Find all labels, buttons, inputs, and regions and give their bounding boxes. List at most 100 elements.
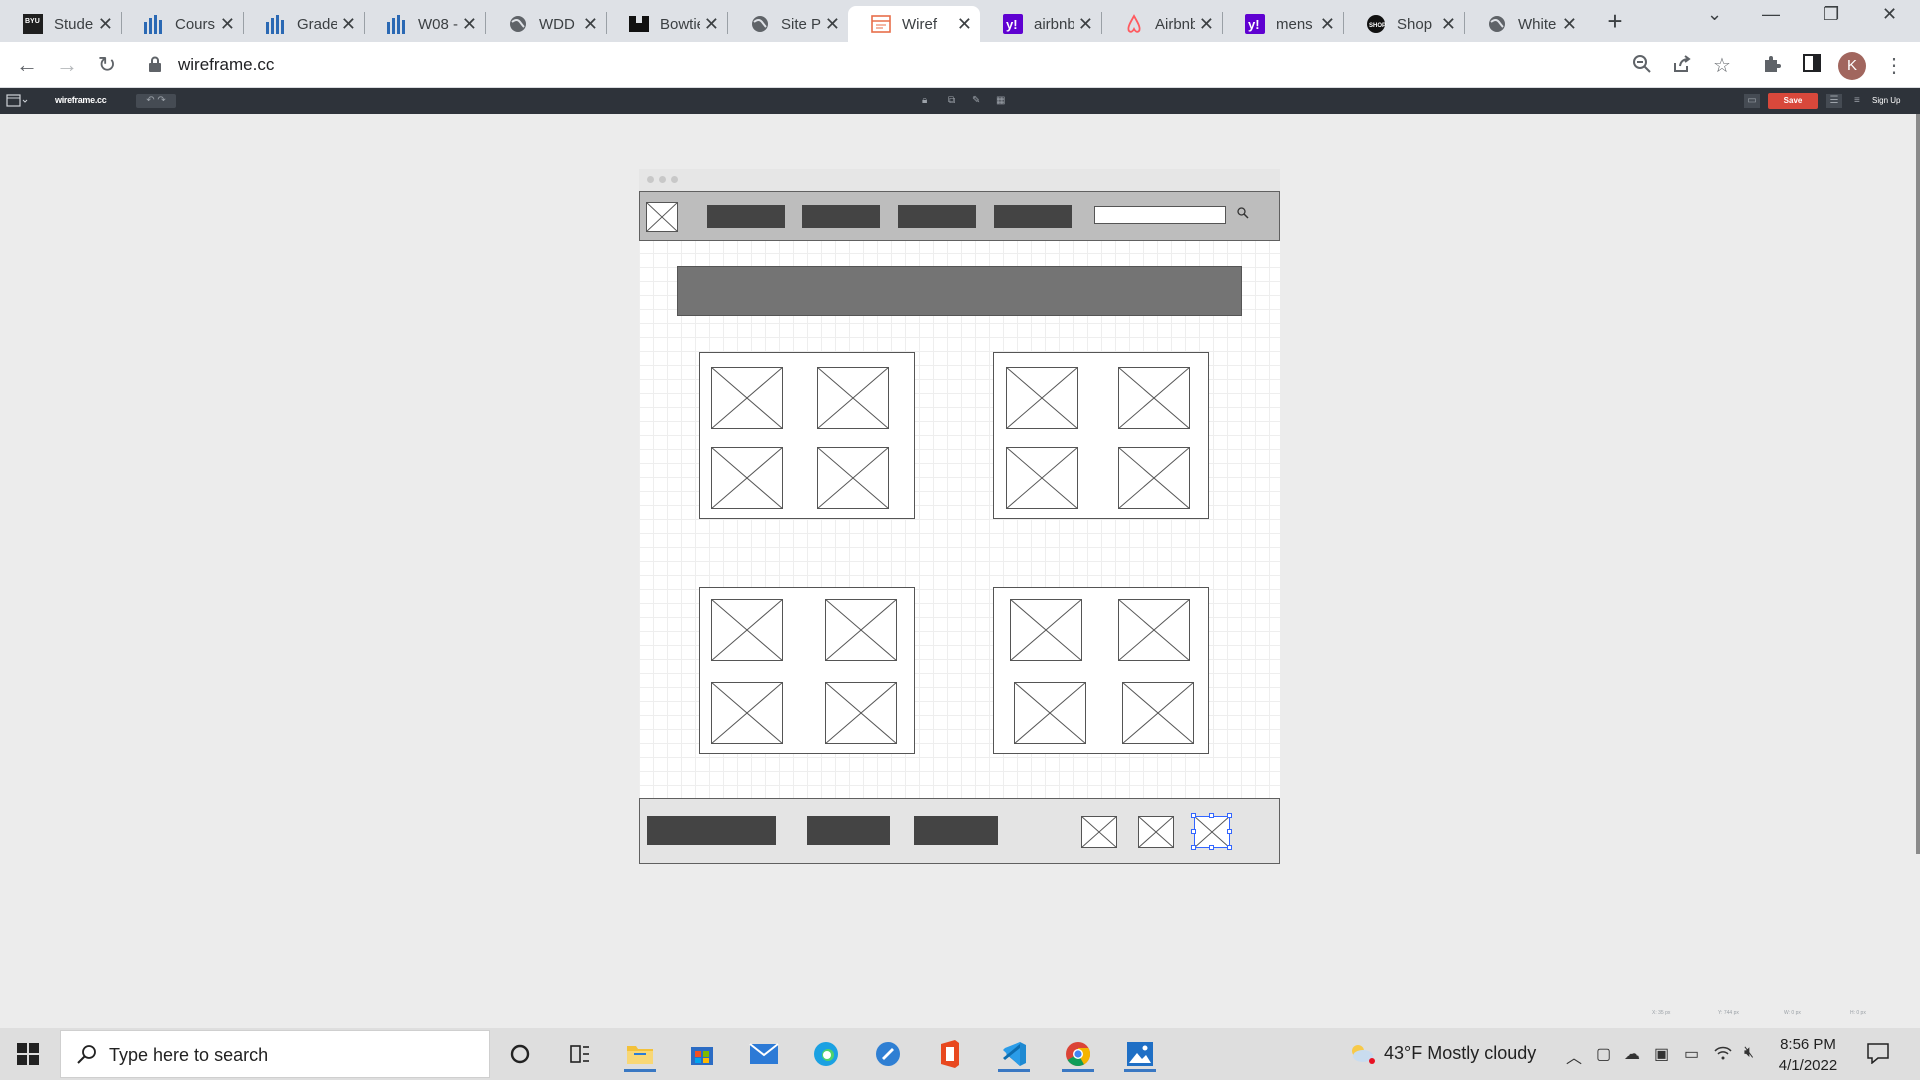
restore-button[interactable]: ❐: [1823, 4, 1839, 25]
wf-footer-button[interactable]: [807, 816, 890, 845]
wf-social-image-selected[interactable]: [1191, 813, 1232, 850]
wifi-icon[interactable]: [1714, 1044, 1732, 1065]
taskbar-search-input[interactable]: Type here to search: [60, 1030, 490, 1078]
wf-image-placeholder[interactable]: [1006, 367, 1078, 429]
cortana-icon[interactable]: [500, 1036, 540, 1072]
meet-now-icon[interactable]: ▢: [1596, 1044, 1611, 1064]
tab-close-icon[interactable]: ✕: [583, 14, 598, 35]
side-panel-icon[interactable]: [1800, 54, 1824, 78]
weather-widget[interactable]: 43°F Mostly cloudy: [1348, 1042, 1536, 1064]
feedback-app-icon[interactable]: [868, 1036, 908, 1072]
wf-search-input[interactable]: [1094, 206, 1226, 224]
wf-image-placeholder[interactable]: [1118, 367, 1190, 429]
tab-close-icon[interactable]: ✕: [704, 14, 719, 35]
browser-tab[interactable]: Airbnb ✕: [1101, 6, 1222, 42]
wf-image-placeholder[interactable]: [1006, 447, 1078, 509]
window-close-button[interactable]: ✕: [1882, 4, 1897, 25]
battery-icon[interactable]: ▭: [1684, 1044, 1699, 1064]
tab-close-icon[interactable]: ✕: [1078, 14, 1093, 35]
browser-tab[interactable]: Site Pl ✕: [727, 6, 848, 42]
profile-avatar[interactable]: K: [1838, 52, 1866, 80]
wf-footer-bar[interactable]: [639, 798, 1280, 864]
redo-icon[interactable]: ↷: [157, 95, 165, 106]
zoom-icon[interactable]: [1630, 54, 1654, 78]
wf-product-card[interactable]: [993, 352, 1209, 519]
tab-close-icon[interactable]: ✕: [220, 14, 235, 35]
wf-nav-button[interactable]: [994, 205, 1072, 228]
wf-image-placeholder[interactable]: [711, 367, 783, 429]
tab-close-icon[interactable]: ✕: [1199, 14, 1214, 35]
tab-close-icon[interactable]: ✕: [98, 14, 113, 35]
task-view-icon[interactable]: [560, 1036, 600, 1072]
comment-icon[interactable]: ▭: [1744, 94, 1760, 108]
selection-handle[interactable]: [1209, 845, 1214, 850]
note-tool-icon[interactable]: ✎: [972, 94, 980, 108]
wf-image-placeholder[interactable]: [1118, 599, 1190, 661]
forward-arrow-icon[interactable]: →: [52, 50, 82, 80]
browser-tab[interactable]: Courses ✕: [121, 6, 243, 42]
tab-close-icon[interactable]: ✕: [825, 14, 840, 35]
chrome-menu-icon[interactable]: ⋮: [1882, 54, 1906, 78]
wf-logo-placeholder-image[interactable]: [646, 202, 678, 232]
wf-image-placeholder[interactable]: [711, 599, 783, 661]
tab-close-icon[interactable]: ✕: [1441, 14, 1456, 35]
mail-icon[interactable]: [744, 1036, 784, 1072]
windows-start-icon[interactable]: [16, 1042, 40, 1066]
chrome-icon[interactable]: [1058, 1036, 1098, 1072]
browser-tab[interactable]: WDD ✕: [485, 6, 606, 42]
wf-header-bar[interactable]: [639, 191, 1280, 241]
tray-chevron-up-icon[interactable]: ︿: [1566, 1044, 1582, 1068]
wf-image-placeholder[interactable]: [711, 447, 783, 509]
wf-image-placeholder[interactable]: [817, 447, 889, 509]
save-button[interactable]: Save: [1768, 93, 1818, 109]
display-icon[interactable]: ▣: [1654, 1044, 1669, 1064]
wf-footer-button[interactable]: [914, 816, 998, 845]
volume-muted-icon[interactable]: 🔇︎: [1744, 1044, 1754, 1062]
file-explorer-icon[interactable]: [620, 1036, 660, 1072]
share-icon[interactable]: [1670, 54, 1694, 78]
selection-handle[interactable]: [1227, 829, 1232, 834]
wireframe-logo[interactable]: wireframe.cc: [55, 95, 107, 105]
tab-close-icon[interactable]: ✕: [1562, 14, 1577, 35]
notification-center-icon[interactable]: [1866, 1042, 1890, 1064]
wf-footer-button[interactable]: [647, 816, 776, 845]
wf-image-placeholder[interactable]: [825, 682, 897, 744]
minimize-button[interactable]: —: [1762, 4, 1780, 25]
browser-tab[interactable]: BYU Student✕: [0, 6, 121, 42]
wf-product-card[interactable]: [993, 587, 1209, 754]
sign-up-link[interactable]: Sign Up: [1872, 94, 1900, 108]
tab-close-icon[interactable]: ✕: [957, 14, 972, 35]
browser-tab[interactable]: Grades✕: [243, 6, 364, 42]
wf-image-placeholder[interactable]: [1118, 447, 1190, 509]
taskbar-clock[interactable]: 8:56 PM 4/1/2022: [1776, 1034, 1840, 1076]
url-omnibox[interactable]: wireframe.cc: [136, 48, 1636, 82]
photos-icon[interactable]: [1120, 1036, 1160, 1072]
microsoft-store-icon[interactable]: [682, 1036, 722, 1072]
browser-tab[interactable]: Wiref ✕: [848, 6, 980, 42]
wireframe-browser-frame[interactable]: [639, 169, 1280, 864]
wf-image-placeholder[interactable]: [817, 367, 889, 429]
wf-nav-button[interactable]: [898, 205, 976, 228]
onedrive-icon[interactable]: ☁: [1624, 1044, 1640, 1064]
browser-tab[interactable]: SHOP Shop ✕: [1343, 6, 1464, 42]
selection-handle[interactable]: [1209, 813, 1214, 818]
wf-social-image[interactable]: [1080, 815, 1118, 849]
copy-tool-icon[interactable]: ⧉: [948, 94, 955, 108]
bookmark-star-icon[interactable]: ☆: [1710, 54, 1734, 78]
tab-close-icon[interactable]: ✕: [462, 14, 477, 35]
extensions-puzzle-icon[interactable]: [1760, 54, 1784, 78]
browser-tab[interactable]: W08 - ✕: [364, 6, 485, 42]
reload-icon[interactable]: ↻: [92, 50, 122, 80]
selection-handle[interactable]: [1227, 813, 1232, 818]
wf-nav-button[interactable]: [802, 205, 880, 228]
selection-handle[interactable]: [1227, 845, 1232, 850]
wf-image-placeholder[interactable]: [711, 682, 783, 744]
browser-tab[interactable]: y! mens ✕: [1222, 6, 1343, 42]
selection-handle[interactable]: [1191, 845, 1196, 850]
wf-image-placeholder[interactable]: [1122, 682, 1194, 744]
wf-social-image[interactable]: [1137, 815, 1175, 849]
wf-search-icon[interactable]: [1236, 206, 1250, 220]
wf-image-placeholder[interactable]: [1014, 682, 1086, 744]
browser-tab[interactable]: Bowtie✕: [606, 6, 727, 42]
wf-product-card[interactable]: [699, 587, 915, 754]
